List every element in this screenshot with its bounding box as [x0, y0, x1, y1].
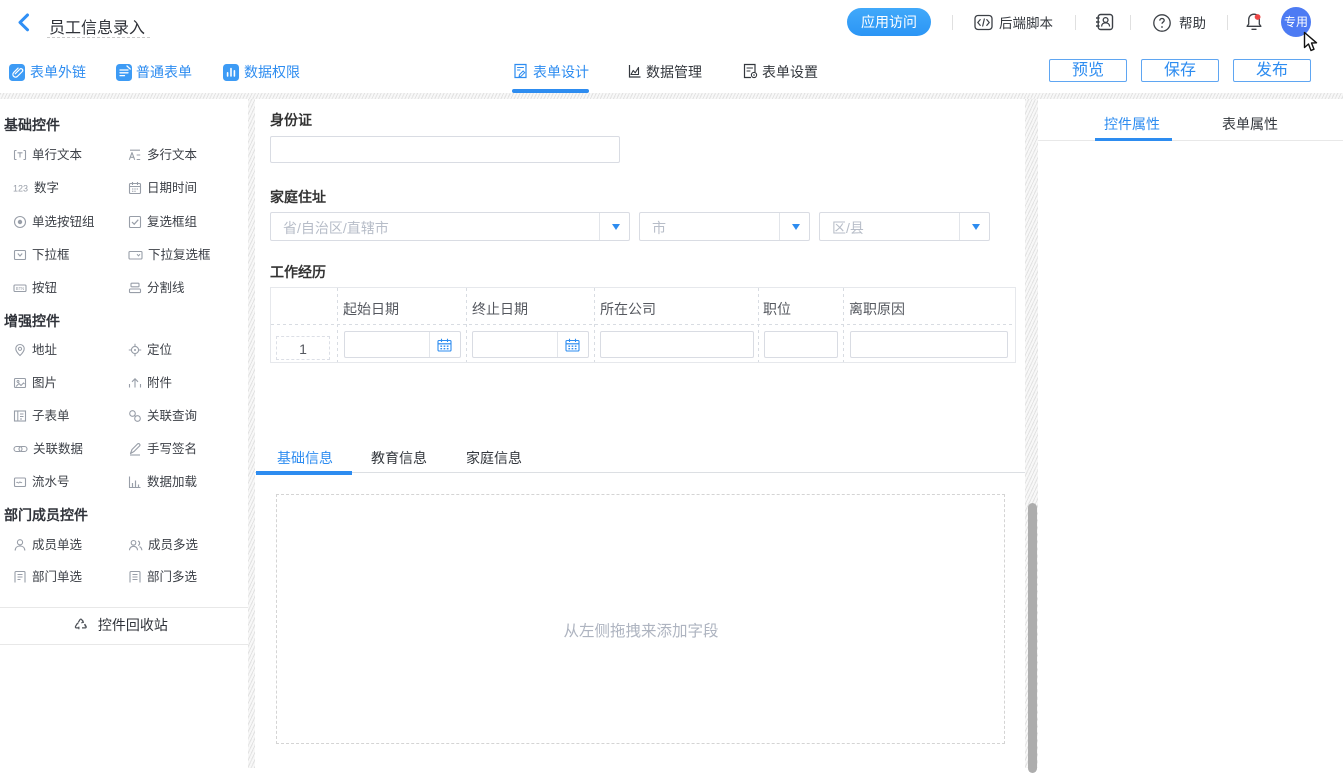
svg-text:123: 123 [13, 183, 28, 193]
svg-text:BTN: BTN [16, 286, 24, 291]
